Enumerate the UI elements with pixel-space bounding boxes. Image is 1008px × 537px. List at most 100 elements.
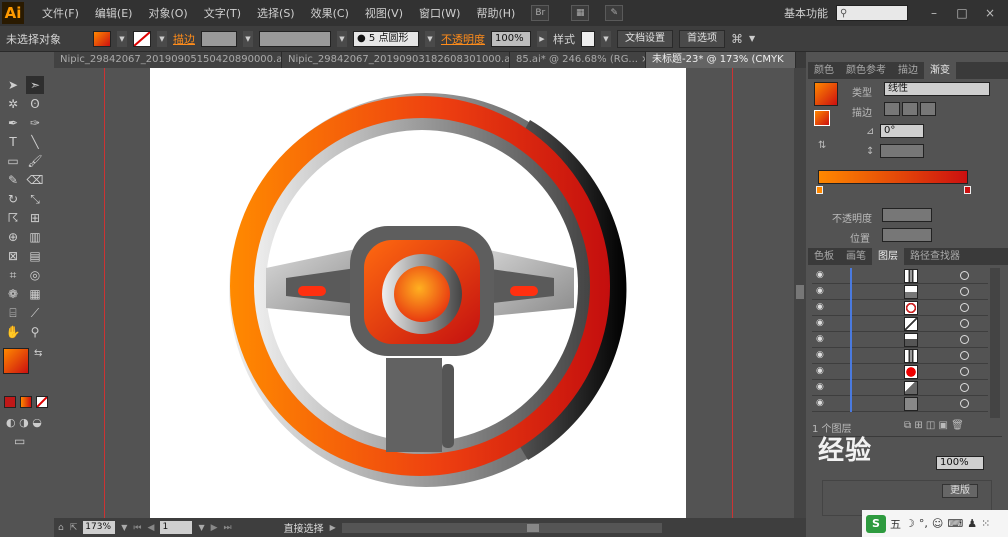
layer-row[interactable]: ◉ <box>812 284 988 300</box>
opacity-arrow[interactable]: ▶ <box>537 30 547 47</box>
ime-mode-label[interactable]: 五 <box>890 516 901 532</box>
stroke-gradient-along[interactable] <box>902 102 918 116</box>
layer-row[interactable]: ◉ <box>812 316 988 332</box>
canvas-area[interactable] <box>54 68 794 518</box>
minimize-icon[interactable]: – <box>922 5 946 21</box>
gradient-slider[interactable] <box>818 170 968 184</box>
fill-swatch[interactable] <box>93 30 111 47</box>
stroke-weight-field[interactable] <box>201 30 237 47</box>
layers-actions-icons[interactable]: ⧉ ⊞ ◫ ▣ 🗑 <box>904 420 964 431</box>
none-mode-button[interactable] <box>36 396 48 408</box>
visibility-eye-icon[interactable]: ◉ <box>816 350 828 361</box>
gradient-fill-swatch[interactable] <box>814 82 838 106</box>
menu-file[interactable]: 文件(F) <box>34 5 87 21</box>
line-tool-icon[interactable]: ╲ <box>26 133 44 151</box>
transparency-opacity-field[interactable]: 100% <box>936 456 984 470</box>
steering-wheel-artwork[interactable] <box>150 68 686 518</box>
prev-artboard-icon[interactable]: ◀ <box>148 523 155 533</box>
layer-row[interactable]: ◉ <box>812 300 988 316</box>
menu-window[interactable]: 窗口(W) <box>411 5 468 21</box>
mesh-tool-icon[interactable]: ⊠ <box>4 247 22 265</box>
stroke-gradient-within[interactable] <box>884 102 900 116</box>
stroke-gradient-across[interactable] <box>920 102 936 116</box>
shape-builder-tool-icon[interactable]: ⊕ <box>4 228 22 246</box>
gradient-tool-icon[interactable]: ▤ <box>26 247 44 265</box>
first-artboard-icon[interactable]: ⏮ <box>133 523 141 533</box>
scale-tool-icon[interactable]: ⤡ <box>26 190 44 208</box>
layer-row[interactable]: ◉ <box>812 364 988 380</box>
tab-pathfinder[interactable]: 路径查找器 <box>904 248 966 265</box>
tab-swatches[interactable]: 色板 <box>808 248 840 265</box>
visibility-eye-icon[interactable]: ◉ <box>816 286 828 297</box>
layer-row[interactable]: ◉ <box>812 380 988 396</box>
symbol-sprayer-tool-icon[interactable]: ❁ <box>4 285 22 303</box>
gradient-mode-button[interactable] <box>20 396 32 408</box>
paintbrush-tool-icon[interactable]: 🖌 <box>26 152 44 170</box>
stroke-weight-dropdown[interactable]: ▼ <box>243 30 253 47</box>
hand-tool-icon[interactable]: ✋ <box>4 323 22 341</box>
blend-tool-icon[interactable]: ◎ <box>26 266 44 284</box>
slice-tool-icon[interactable]: ⟋ <box>26 304 44 322</box>
style-swatch[interactable] <box>581 30 595 47</box>
tab-color-guide[interactable]: 颜色参考 <box>840 62 892 79</box>
target-circle-icon[interactable] <box>960 399 969 408</box>
tab-brushes[interactable]: 画笔 <box>840 248 872 265</box>
tab-layers[interactable]: 图层 <box>872 248 904 265</box>
menu-select[interactable]: 选择(S) <box>249 5 303 21</box>
gradient-fill-small[interactable] <box>814 110 830 126</box>
curvature-tool-icon[interactable]: ✑ <box>26 114 44 132</box>
tab-color[interactable]: 颜色 <box>808 62 840 79</box>
lasso-tool-icon[interactable]: ʘ <box>26 95 44 113</box>
menu-effect[interactable]: 效果(C) <box>303 5 357 21</box>
pencil-tool-icon[interactable]: ✎ <box>4 171 22 189</box>
menu-type[interactable]: 文字(T) <box>196 5 249 21</box>
user-icon[interactable]: ♟ <box>967 517 977 530</box>
visibility-eye-icon[interactable]: ◉ <box>816 398 828 409</box>
color-mode-button[interactable] <box>4 396 16 408</box>
make-mask-button[interactable]: 更版 <box>942 484 978 498</box>
menu-help[interactable]: 帮助(H) <box>468 5 523 21</box>
visibility-eye-icon[interactable]: ◉ <box>816 334 828 345</box>
type-tool-icon[interactable]: T <box>4 133 22 151</box>
warp-tool-icon[interactable]: ☈ <box>4 209 22 227</box>
aspect-ratio-field[interactable] <box>880 144 924 158</box>
visibility-eye-icon[interactable]: ◉ <box>816 302 828 313</box>
variable-width-dropdown[interactable]: ▼ <box>337 30 347 47</box>
eraser-tool-icon[interactable]: ⌫ <box>26 171 44 189</box>
fill-color-box[interactable] <box>3 348 29 374</box>
menu-view[interactable]: 视图(V) <box>357 5 411 21</box>
free-transform-tool-icon[interactable]: ⊞ <box>26 209 44 227</box>
target-circle-icon[interactable] <box>960 319 969 328</box>
artboard-dropdown-icon[interactable]: ▼ <box>198 523 204 532</box>
moon-icon[interactable]: ☽ <box>905 517 915 530</box>
last-artboard-icon[interactable]: ⏭ <box>224 523 232 533</box>
direct-selection-tool-icon[interactable]: ➣ <box>26 76 44 94</box>
visibility-eye-icon[interactable]: ◉ <box>816 318 828 329</box>
opacity-link[interactable]: 不透明度 <box>441 31 485 47</box>
vertical-scroll-thumb[interactable] <box>796 285 804 299</box>
target-circle-icon[interactable] <box>960 351 969 360</box>
tab-gradient[interactable]: 渐变 <box>924 62 956 79</box>
menu-object[interactable]: 对象(O) <box>140 5 195 21</box>
pen-tool-icon[interactable]: ✒ <box>4 114 22 132</box>
layer-row[interactable]: ◉ <box>812 268 988 284</box>
artboard-tool-icon[interactable]: ⌸ <box>4 304 22 322</box>
magic-wand-tool-icon[interactable]: ✲ <box>4 95 22 113</box>
target-circle-icon[interactable] <box>960 303 969 312</box>
zoom-dropdown-icon[interactable]: ▼ <box>121 523 127 532</box>
screen-mode-icon[interactable]: ▭ <box>14 434 25 448</box>
tab-document-2[interactable]: Nipic_29842067_20190903182608301000.ai* … <box>282 52 510 68</box>
opacity-field[interactable]: 100% <box>491 30 531 47</box>
layer-row[interactable]: ◉ <box>812 332 988 348</box>
tab-stroke[interactable]: 描边 <box>892 62 924 79</box>
next-artboard-icon[interactable]: ▶ <box>211 523 218 533</box>
gradient-type-select[interactable]: 线性 <box>884 82 990 96</box>
artboard[interactable] <box>150 68 686 518</box>
layers-scrollbar[interactable] <box>990 268 1000 418</box>
brush-dropdown[interactable]: ▼ <box>425 30 435 47</box>
maximize-icon[interactable]: □ <box>950 5 974 21</box>
swap-colors-icon[interactable]: ⇆ <box>34 348 42 359</box>
brush-definition-field[interactable]: ● 5 点圆形 <box>353 30 419 47</box>
settings-grid-icon[interactable]: ⁙ <box>981 517 990 530</box>
layer-row[interactable]: ◉ <box>812 396 988 412</box>
